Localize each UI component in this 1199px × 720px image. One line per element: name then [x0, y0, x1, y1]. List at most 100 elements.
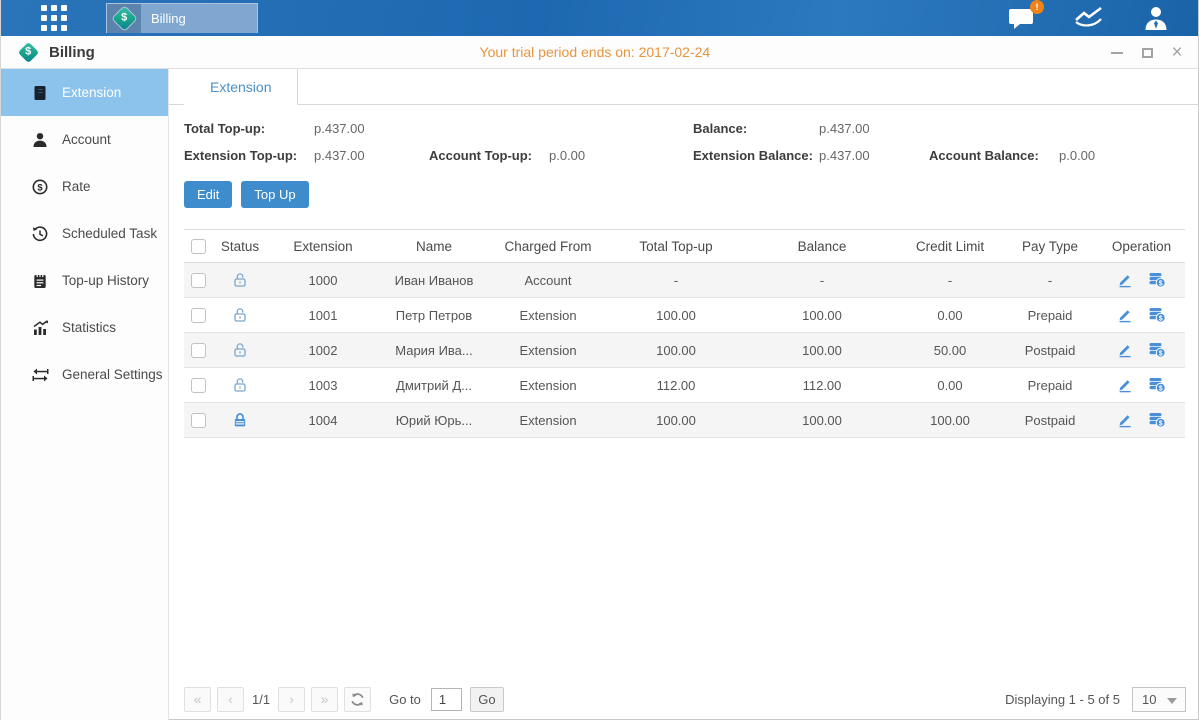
sidebar-item-account[interactable]: Account [1, 116, 168, 163]
tab-extension[interactable]: Extension [184, 69, 298, 105]
window-titlebar: $ Billing Your trial period ends on: 201… [1, 36, 1198, 69]
bar-chart-icon [31, 320, 49, 336]
pencil-icon [1117, 307, 1133, 323]
edit-row-button[interactable] [1117, 307, 1133, 323]
row-checkbox[interactable] [191, 273, 206, 288]
top-navbar: $ Billing ! [1, 0, 1198, 36]
extension-name: Петр Петров [378, 308, 490, 323]
row-checkbox[interactable] [191, 413, 206, 428]
pencil-icon [1117, 272, 1133, 288]
notepad-icon [31, 273, 49, 289]
status-cell [212, 272, 268, 288]
account-topup-value: p.0.00 [549, 148, 693, 163]
next-page-button[interactable]: › [278, 687, 305, 712]
edit-row-button[interactable] [1117, 272, 1133, 288]
account-balance-label: Account Balance: [929, 148, 1059, 163]
billing-app-tab[interactable]: $ Billing [106, 3, 258, 33]
column-balance: Balance [746, 239, 898, 254]
table-body: 1000 Иван Иванов Account - - - - [184, 263, 1185, 438]
unlocked-icon [232, 307, 248, 323]
topup-row-button[interactable]: $ [1148, 342, 1166, 358]
sidebar-item-topup-history[interactable]: Top-up History [1, 257, 168, 304]
dollar-circle-icon: $ [31, 179, 49, 195]
extension-balance-value: p.437.00 [819, 148, 929, 163]
edit-row-button[interactable] [1117, 377, 1133, 393]
extension-number: 1003 [268, 378, 378, 393]
sidebar-item-label: Top-up History [62, 273, 149, 288]
sidebar-item-statistics[interactable]: Statistics [1, 304, 168, 351]
close-button[interactable]: × [1170, 46, 1184, 60]
table-row: 1000 Иван Иванов Account - - - - [184, 263, 1185, 298]
goto-page-input[interactable] [431, 688, 462, 711]
sidebar-item-label: Account [62, 132, 111, 147]
status-cell [212, 307, 268, 323]
svg-text:$: $ [1159, 385, 1163, 392]
edit-button[interactable]: Edit [184, 181, 232, 208]
topup-row-button[interactable]: $ [1148, 272, 1166, 288]
person-icon [31, 132, 49, 148]
row-checkbox[interactable] [191, 343, 206, 358]
sidebar-item-label: Extension [62, 85, 121, 100]
user-account-button[interactable] [1142, 5, 1170, 31]
pencil-icon [1117, 412, 1133, 428]
balance: 100.00 [746, 343, 898, 358]
coins-dollar-icon: $ [1148, 377, 1166, 393]
go-button[interactable]: Go [470, 687, 504, 712]
unlocked-icon [232, 377, 248, 393]
app-grid-button[interactable] [1, 0, 106, 36]
operation-cell: $ [1098, 377, 1185, 393]
locked-icon [232, 412, 248, 428]
topup-button[interactable]: Top Up [241, 181, 308, 208]
displaying-text: Displaying 1 - 5 of 5 [1005, 692, 1120, 707]
notifications-button[interactable]: ! [1008, 6, 1036, 30]
minimize-button[interactable] [1110, 46, 1124, 60]
refresh-button[interactable] [344, 687, 371, 712]
credit-limit: 50.00 [898, 343, 1002, 358]
column-operation: Operation [1098, 239, 1185, 254]
maximize-button[interactable] [1140, 46, 1154, 60]
account-topup-label: Account Top-up: [429, 148, 549, 163]
topup-row-button[interactable]: $ [1148, 307, 1166, 323]
coins-dollar-icon: $ [1148, 342, 1166, 358]
charged-from: Account [490, 273, 606, 288]
sidebar-item-rate[interactable]: $ Rate [1, 163, 168, 210]
balance-label: Balance: [693, 121, 819, 136]
last-page-button[interactable]: » [311, 687, 338, 712]
trial-notice: Your trial period ends on: 2017-02-24 [480, 44, 711, 60]
coins-dollar-icon: $ [1148, 272, 1166, 288]
extension-name: Мария Ива... [378, 343, 490, 358]
status-cell [212, 342, 268, 358]
column-charged-from: Charged From [490, 239, 606, 254]
sidebar-item-scheduled-task[interactable]: Scheduled Task [1, 210, 168, 257]
row-checkbox[interactable] [191, 308, 206, 323]
sidebar-item-label: General Settings [62, 367, 163, 382]
column-name: Name [378, 239, 490, 254]
unlocked-icon [232, 342, 248, 358]
select-all-checkbox[interactable] [191, 239, 206, 254]
goto-label: Go to [389, 692, 421, 707]
pay-type: Postpaid [1002, 413, 1098, 428]
edit-row-button[interactable] [1117, 412, 1133, 428]
pagination-bar: « ‹ 1/1 › » Go to Go Displaying [184, 686, 1186, 712]
column-pay-type: Pay Type [1002, 239, 1098, 254]
row-checkbox[interactable] [191, 378, 206, 393]
resource-monitor-button[interactable] [1074, 6, 1104, 30]
topup-row-button[interactable]: $ [1148, 412, 1166, 428]
line-chart-icon [1074, 6, 1104, 30]
user-icon [1142, 5, 1170, 31]
sidebar-item-general-settings[interactable]: General Settings [1, 351, 168, 398]
total-topup: 112.00 [606, 378, 746, 393]
edit-row-button[interactable] [1117, 342, 1133, 358]
column-credit-limit: Credit Limit [898, 239, 1002, 254]
extension-number: 1002 [268, 343, 378, 358]
transfer-arrows-icon [31, 367, 49, 383]
notification-badge: ! [1030, 0, 1044, 14]
first-page-button[interactable]: « [184, 687, 211, 712]
topup-row-button[interactable]: $ [1148, 377, 1166, 393]
page-size-select[interactable]: 10 [1132, 687, 1186, 712]
unlocked-icon [232, 272, 248, 288]
svg-text:$: $ [1159, 280, 1163, 287]
charged-from: Extension [490, 378, 606, 393]
prev-page-button[interactable]: ‹ [217, 687, 244, 712]
sidebar-item-extension[interactable]: Extension [1, 69, 168, 116]
